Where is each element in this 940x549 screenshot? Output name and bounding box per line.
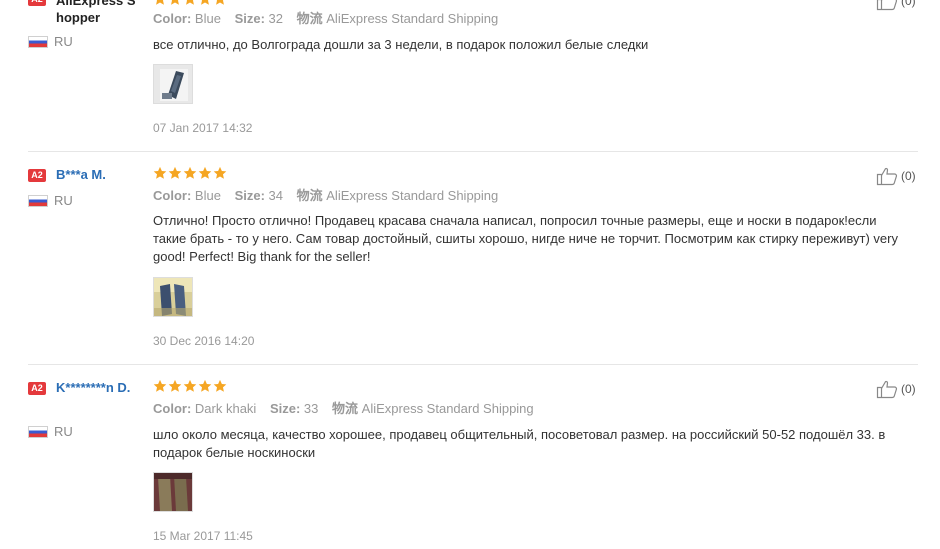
star-icon: [213, 166, 227, 179]
size-value: 34: [268, 188, 283, 203]
star-icon: [168, 379, 182, 392]
color-label: Color:: [153, 188, 192, 203]
star-icon: [186, 0, 194, 5]
star-icon: [168, 166, 182, 179]
review-divider: [28, 364, 918, 365]
order-info: Color: Blue Size: 32 物流 AliExpress Stand…: [153, 11, 498, 27]
rating-stars: [153, 379, 227, 395]
buyer-level-badge: A2: [28, 382, 46, 395]
star-icon: [201, 0, 209, 5]
logistics-label: 物流: [332, 401, 359, 416]
star-icon: [183, 379, 197, 392]
review-photo[interactable]: [153, 64, 193, 104]
color-label: Color:: [153, 11, 192, 26]
color-value: Blue: [194, 188, 221, 203]
helpful-vote[interactable]: (0): [876, 379, 916, 399]
review-divider: [28, 151, 918, 152]
thumbs-up-icon[interactable]: [876, 166, 898, 186]
size-label: Size:: [269, 401, 301, 416]
star-icon: [213, 379, 227, 392]
thumbs-up-icon[interactable]: [876, 0, 898, 11]
star-icon: [171, 0, 179, 5]
review-date: 30 Dec 2016 14:20: [153, 334, 255, 348]
review-text: шло около месяца, качество хорошее, прод…: [153, 427, 886, 460]
reviewer-country: RU: [54, 193, 73, 208]
star-icon: [198, 166, 212, 179]
shipping-method: AliExpress Standard Shipping: [326, 188, 499, 203]
russia-flag-icon: [28, 36, 48, 48]
shipping-method: AliExpress Standard Shipping: [326, 11, 499, 26]
thumbs-up-icon[interactable]: [876, 379, 898, 399]
size-label: Size:: [234, 11, 265, 26]
color-value: Dark khaki: [194, 401, 257, 416]
size-value: 32: [268, 11, 283, 26]
review-date: 07 Jan 2017 14:32: [153, 121, 253, 135]
shipping-method: AliExpress Standard Shipping: [361, 401, 534, 416]
star-icon: [183, 166, 197, 179]
review-text: все отлично, до Волгограда дошли за 3 не…: [153, 37, 649, 52]
order-info: Color: Blue Size: 34 物流 AliExpress Stand…: [153, 188, 498, 204]
buyer-level-badge: A2: [28, 0, 46, 6]
star-icon: [153, 166, 167, 179]
star-icon: [156, 0, 164, 5]
helpful-count: (0): [901, 382, 916, 396]
helpful-count: (0): [901, 169, 916, 183]
star-icon: [198, 379, 212, 392]
buyer-level-badge: A2: [28, 169, 46, 182]
reviewer-name[interactable]: K********n D.: [56, 379, 142, 396]
review-photo[interactable]: [153, 472, 193, 512]
review-photo[interactable]: [153, 277, 193, 317]
color-value: Blue: [194, 11, 221, 26]
logistics-label: 物流: [296, 11, 323, 26]
russia-flag-icon: [28, 426, 48, 438]
helpful-count: (0): [901, 0, 916, 8]
helpful-vote[interactable]: (0): [876, 166, 916, 186]
color-label: Color:: [153, 401, 192, 416]
star-icon: [216, 0, 224, 5]
reviewer-country: RU: [54, 424, 73, 439]
reviewer-country: RU: [54, 34, 73, 49]
russia-flag-icon: [28, 195, 48, 207]
order-info: Color: Dark khaki Size: 33 物流 AliExpress…: [153, 401, 534, 417]
helpful-vote[interactable]: (0): [876, 0, 916, 11]
star-icon: [153, 379, 167, 392]
rating-stars: [153, 0, 227, 8]
reviewer-name[interactable]: B***a M.: [56, 166, 142, 183]
review-date: 15 Mar 2017 11:45: [153, 529, 253, 543]
review-text: Отлично! Просто отлично! Продавец красав…: [153, 213, 898, 264]
size-label: Size:: [234, 188, 265, 203]
rating-stars: [153, 166, 227, 182]
reviewer-name: AliExpress Shopper: [56, 0, 136, 25]
size-value: 33: [303, 401, 319, 416]
logistics-label: 物流: [296, 188, 323, 203]
